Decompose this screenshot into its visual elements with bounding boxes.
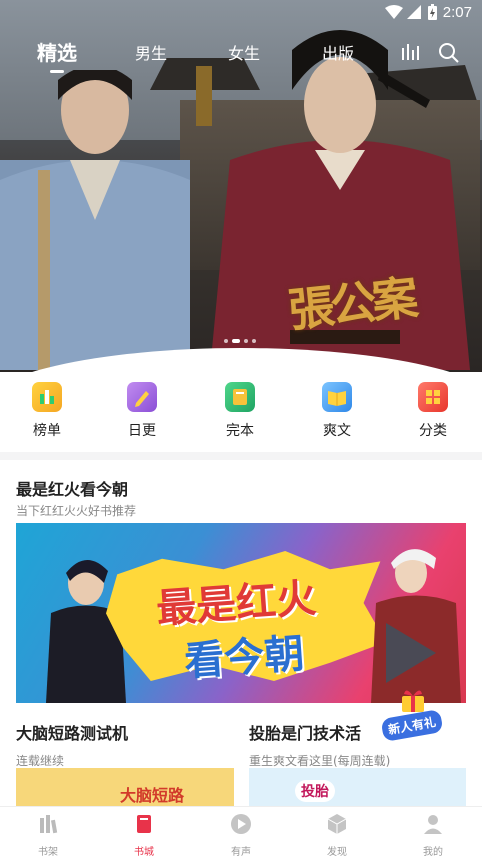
book-title: 大脑短路测试机 [16,724,129,743]
bottom-tab-label: 我的 [423,847,443,856]
ranking-bars-icon[interactable] [400,42,420,60]
category-shuangwen[interactable]: 爽文 [302,378,372,440]
wifi-icon [385,5,403,19]
tab-female[interactable]: 女生 [228,40,260,64]
book-cover-text: 大脑短路 [120,786,185,805]
bottom-nav: 书架 书城 有声 发现 我的 [0,806,482,856]
bottom-tab-discover[interactable]: 发现 [307,813,367,856]
ranking-icon [32,382,62,412]
hero-calligraphy-title: 張公案 [285,270,417,338]
active-tab-indicator [50,70,64,73]
new-user-gift-badge[interactable]: 新人有礼 [378,686,448,748]
promo-banner[interactable]: 最是红火 看今朝 [16,523,466,703]
promo-headline-line2: 看今朝 [182,630,306,686]
section-subtitle: 当下红红火火好书推荐 [16,504,137,518]
bookstore-icon [137,815,151,833]
book-icon [225,382,255,412]
category-label: 分类 [419,423,447,439]
bottom-tab-bookstore[interactable]: 书城 [114,813,174,856]
book-subtitle: 连载继续 [16,754,65,768]
book-cover-text: 投胎 [295,780,335,802]
gift-label: 新人有礼 [380,708,444,743]
category-label: 完本 [226,423,254,439]
category-label: 日更 [128,423,156,439]
page-dot [224,339,228,343]
bottom-tab-bookshelf[interactable]: 书架 [18,813,78,856]
category-daily[interactable]: 日更 [107,378,177,440]
bottom-tab-audio[interactable]: 有声 [211,813,271,856]
bottom-tab-label: 有声 [231,847,251,856]
profile-icon [424,815,442,834]
battery-icon [428,4,437,20]
page-dot-active [232,339,240,343]
section-title[interactable]: 最是红火看今朝 [16,476,128,500]
gift-icon [402,690,424,712]
tab-publish[interactable]: 出版 [322,40,354,64]
play-icon [231,814,251,834]
category-completed[interactable]: 完本 [205,378,275,440]
promo-character-left [46,559,126,703]
page-dot [252,339,256,343]
top-nav: 精选 男生 女生 出版 [0,34,482,74]
tab-featured[interactable]: 精选 [37,37,77,66]
hero-person-left [0,70,190,370]
bottom-tab-label: 发现 [327,847,347,856]
book-card[interactable]: 大脑短路测试机 连载继续 [16,720,236,769]
hero-page-dots [224,339,256,343]
bottom-tab-profile[interactable]: 我的 [403,813,463,856]
status-bar: 2:07 [0,0,482,26]
cube-icon [327,814,347,834]
category-row: 榜单 日更 完本 爽文 分类 [0,378,482,444]
search-icon[interactable] [438,42,460,64]
signal-icon [407,5,421,19]
grid-icon [418,382,448,412]
tab-male[interactable]: 男生 [135,40,167,64]
bottom-tab-label: 书架 [38,847,58,856]
status-time: 2:07 [442,4,472,21]
category-ranking[interactable]: 榜单 [12,378,82,440]
open-book-icon [322,382,352,412]
book-cover[interactable]: 投胎 [249,768,466,806]
category-classify[interactable]: 分类 [398,378,468,440]
book-subtitle: 重生爽文看这里(每周连载) [249,754,391,768]
pencil-icon [127,382,157,412]
section-divider [0,452,482,460]
promo-character-right [371,549,461,703]
book-cover[interactable]: 大脑短路 [16,768,234,806]
bookshelf-icon [40,815,58,834]
page-dot [244,339,248,343]
bottom-tab-label: 书城 [134,847,154,856]
category-label: 榜单 [33,423,61,439]
category-label: 爽文 [323,423,351,439]
